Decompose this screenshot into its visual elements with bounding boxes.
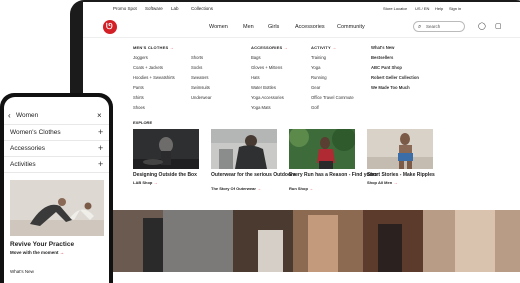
store-locator-link[interactable]: Store Locator	[383, 6, 407, 11]
explore-tile-link-1[interactable]: LAB Shop →	[133, 180, 157, 185]
search-input[interactable]: ⌕ Search	[413, 21, 465, 32]
mobile-row-label: Accessories	[10, 145, 46, 152]
explore-tile-link-2[interactable]: The Story Of Outerwear →	[211, 186, 261, 191]
laptop-screen: Promo Spot Software Lab Collections Stor…	[83, 2, 520, 272]
plus-icon[interactable]: +	[98, 143, 103, 153]
featured-bestsellers[interactable]: Bestsellers	[371, 55, 393, 60]
locale-selector[interactable]: US / EN	[415, 6, 429, 11]
featured-robert-geller[interactable]: Robert Geller Collection	[371, 75, 419, 80]
menu-item-shirts[interactable]: Shirts	[133, 95, 144, 100]
mobile-menu-header: ‹ Women ×	[4, 109, 109, 125]
accessories-heading[interactable]: ACCESSORIES →	[251, 45, 288, 50]
menu-item-sweaters[interactable]: Sweaters	[191, 75, 208, 80]
logo-icon[interactable]: ᘎ	[103, 20, 117, 34]
explore-section: EXPLORE Designing Outside the Box LAB Sh…	[83, 117, 520, 212]
menu-item-training[interactable]: Training	[311, 55, 326, 60]
arrow-icon: →	[283, 45, 288, 50]
menu-item-water-bottles[interactable]: Water Bottles	[251, 85, 276, 90]
explore-tile-image-2[interactable]	[211, 129, 277, 169]
close-icon[interactable]: ×	[97, 111, 102, 120]
mobile-promo-title[interactable]: Revive Your Practice	[10, 241, 74, 248]
menu-item-underwear[interactable]: Underwear	[191, 95, 211, 100]
nav-accessories[interactable]: Accessories	[295, 24, 325, 30]
explore-tile-title-2[interactable]: Outerwear for the serious Outdoors	[211, 172, 301, 178]
menu-item-yoga-accessories[interactable]: Yoga Accessories	[251, 95, 284, 100]
arrow-icon: →	[153, 180, 158, 185]
arrow-icon: →	[59, 250, 65, 255]
menu-item-joggers[interactable]: Joggers	[133, 55, 148, 60]
mobile-row-label: Women's Clothes	[10, 129, 61, 136]
explore-tile-link-3[interactable]: Run Shop →	[289, 186, 313, 191]
mens-clothes-heading[interactable]: MEN'S CLOTHES →	[133, 45, 174, 50]
main-nav: ᘎ Women Men Girls Accessories Community …	[83, 16, 520, 38]
utility-link-software[interactable]: Software	[145, 6, 163, 11]
back-icon[interactable]: ‹	[8, 111, 11, 120]
menu-item-shorts[interactable]: Shorts	[191, 55, 203, 60]
mobile-row-label: Activities	[10, 161, 36, 168]
menu-item-shoes[interactable]: Shoes	[133, 105, 145, 110]
hero-image-strip	[83, 210, 520, 272]
search-placeholder: Search	[426, 24, 441, 29]
mobile-menu-title: Women	[16, 112, 39, 119]
explore-tile-image-3[interactable]	[289, 129, 355, 169]
menu-item-hats[interactable]: Hats	[251, 75, 260, 80]
explore-tile-title-3[interactable]: Every Run has a Reason - Find yours	[289, 172, 379, 178]
utility-link-promo[interactable]: Promo Spot	[113, 6, 137, 11]
search-icon: ⌕	[418, 24, 422, 30]
menu-item-yoga-mats[interactable]: Yoga Mats	[251, 105, 271, 110]
explore-tile-title-4[interactable]: Short Stories - Make Ripples	[367, 172, 457, 178]
menu-item-socks[interactable]: Socks	[191, 65, 202, 70]
mobile-promo-image[interactable]	[10, 180, 104, 236]
explore-tile-image-4[interactable]	[367, 129, 433, 169]
plus-icon[interactable]: +	[98, 159, 103, 169]
laptop-frame: Promo Spot Software Lab Collections Stor…	[70, 0, 520, 272]
plus-icon[interactable]: +	[98, 127, 103, 137]
menu-item-bags[interactable]: Bags	[251, 55, 261, 60]
menu-item-office-travel[interactable]: Office Travel Commute	[311, 95, 354, 100]
mobile-row-activities[interactable]: Activities +	[4, 157, 109, 173]
nav-women[interactable]: Women	[209, 24, 228, 30]
menu-item-pants[interactable]: Pants	[133, 85, 144, 90]
explore-tile-image-1[interactable]	[133, 129, 199, 169]
menu-item-coats[interactable]: Coats + Jackets	[133, 65, 163, 70]
activity-heading[interactable]: ACTIVITY →	[311, 45, 336, 50]
menu-item-yoga[interactable]: Yoga	[311, 65, 320, 70]
help-link[interactable]: Help	[435, 6, 443, 11]
arrow-icon: →	[393, 180, 398, 185]
featured-whats-new[interactable]: What's New	[371, 45, 394, 50]
featured-abc-pant-shop[interactable]: ABC Pant Shop	[371, 65, 402, 70]
nav-men[interactable]: Men	[243, 24, 254, 30]
mobile-row-accessories[interactable]: Accessories +	[4, 141, 109, 157]
mobile-row-womens-clothes[interactable]: Women's Clothes +	[4, 125, 109, 141]
menu-item-gear[interactable]: Gear	[311, 85, 320, 90]
menu-item-running[interactable]: Running	[311, 75, 327, 80]
arrow-icon: →	[169, 45, 174, 50]
nav-girls[interactable]: Girls	[268, 24, 279, 30]
nav-community[interactable]: Community	[337, 24, 365, 30]
arrow-icon: →	[257, 186, 262, 191]
arrow-icon: →	[332, 45, 337, 50]
phone-screen: ‹ Women × Women's Clothes + Accessories …	[4, 97, 109, 283]
mobile-promo-link[interactable]: Move with the moment →	[10, 250, 64, 255]
phone-frame: ‹ Women × Women's Clothes + Accessories …	[0, 93, 113, 283]
menu-item-gloves[interactable]: Gloves + Mittens	[251, 65, 282, 70]
user-icon[interactable]: ◯	[478, 23, 486, 31]
menu-item-golf[interactable]: Golf	[311, 105, 319, 110]
utility-link-lab[interactable]: Lab	[171, 6, 179, 11]
explore-tile-link-4[interactable]: Shop All Men →	[367, 180, 397, 185]
explore-tile-title-1[interactable]: Designing Outside the Box	[133, 172, 223, 178]
mega-menu: MEN'S CLOTHES → Joggers Coats + Jackets …	[83, 38, 520, 120]
featured-we-made-too-much[interactable]: We Made Too Much	[371, 85, 410, 90]
explore-heading: EXPLORE	[133, 120, 153, 125]
menu-item-hoodies[interactable]: Hoodies + Sweatshirts	[133, 75, 175, 80]
utility-bar: Promo Spot Software Lab Collections Stor…	[83, 2, 520, 16]
arrow-icon: →	[309, 186, 314, 191]
bag-icon[interactable]: ▢	[495, 23, 502, 31]
utility-link-collections[interactable]: Collections	[191, 6, 213, 11]
menu-item-swimsuits[interactable]: Swimsuits	[191, 85, 210, 90]
sign-in-link[interactable]: Sign in	[449, 6, 461, 11]
